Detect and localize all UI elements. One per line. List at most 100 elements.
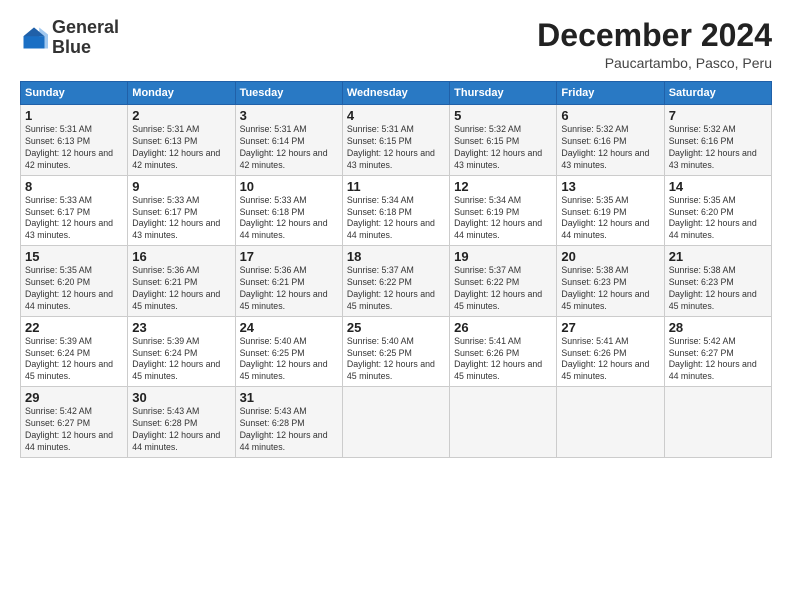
day-number: 4 xyxy=(347,108,445,123)
day-number: 9 xyxy=(132,179,230,194)
day-info: Sunrise: 5:42 AMSunset: 6:27 PMDaylight:… xyxy=(669,336,767,384)
logo-line1: General xyxy=(52,18,119,38)
day-info: Sunrise: 5:42 AMSunset: 6:27 PMDaylight:… xyxy=(25,406,123,454)
col-friday: Friday xyxy=(557,82,664,105)
calendar-cell: 19Sunrise: 5:37 AMSunset: 6:22 PMDayligh… xyxy=(450,246,557,317)
day-number: 6 xyxy=(561,108,659,123)
calendar-cell: 27Sunrise: 5:41 AMSunset: 6:26 PMDayligh… xyxy=(557,316,664,387)
calendar-cell: 10Sunrise: 5:33 AMSunset: 6:18 PMDayligh… xyxy=(235,175,342,246)
day-info: Sunrise: 5:33 AMSunset: 6:18 PMDaylight:… xyxy=(240,195,338,243)
day-number: 17 xyxy=(240,249,338,264)
calendar-cell: 18Sunrise: 5:37 AMSunset: 6:22 PMDayligh… xyxy=(342,246,449,317)
day-info: Sunrise: 5:41 AMSunset: 6:26 PMDaylight:… xyxy=(454,336,552,384)
day-number: 20 xyxy=(561,249,659,264)
day-info: Sunrise: 5:39 AMSunset: 6:24 PMDaylight:… xyxy=(25,336,123,384)
calendar-cell: 30Sunrise: 5:43 AMSunset: 6:28 PMDayligh… xyxy=(128,387,235,458)
day-info: Sunrise: 5:43 AMSunset: 6:28 PMDaylight:… xyxy=(240,406,338,454)
day-info: Sunrise: 5:32 AMSunset: 6:16 PMDaylight:… xyxy=(669,124,767,172)
day-info: Sunrise: 5:34 AMSunset: 6:18 PMDaylight:… xyxy=(347,195,445,243)
calendar-table: Sunday Monday Tuesday Wednesday Thursday… xyxy=(20,81,772,458)
calendar-cell: 1Sunrise: 5:31 AMSunset: 6:13 PMDaylight… xyxy=(21,105,128,176)
day-info: Sunrise: 5:38 AMSunset: 6:23 PMDaylight:… xyxy=(669,265,767,313)
day-info: Sunrise: 5:41 AMSunset: 6:26 PMDaylight:… xyxy=(561,336,659,384)
calendar-week-5: 29Sunrise: 5:42 AMSunset: 6:27 PMDayligh… xyxy=(21,387,772,458)
day-number: 1 xyxy=(25,108,123,123)
day-number: 13 xyxy=(561,179,659,194)
day-number: 26 xyxy=(454,320,552,335)
calendar-cell: 13Sunrise: 5:35 AMSunset: 6:19 PMDayligh… xyxy=(557,175,664,246)
day-number: 8 xyxy=(25,179,123,194)
day-number: 27 xyxy=(561,320,659,335)
day-number: 22 xyxy=(25,320,123,335)
day-number: 15 xyxy=(25,249,123,264)
day-number: 14 xyxy=(669,179,767,194)
logo: General Blue xyxy=(20,18,119,58)
day-info: Sunrise: 5:32 AMSunset: 6:16 PMDaylight:… xyxy=(561,124,659,172)
day-number: 31 xyxy=(240,390,338,405)
day-info: Sunrise: 5:32 AMSunset: 6:15 PMDaylight:… xyxy=(454,124,552,172)
calendar-cell: 8Sunrise: 5:33 AMSunset: 6:17 PMDaylight… xyxy=(21,175,128,246)
calendar-cell: 25Sunrise: 5:40 AMSunset: 6:25 PMDayligh… xyxy=(342,316,449,387)
calendar-cell: 7Sunrise: 5:32 AMSunset: 6:16 PMDaylight… xyxy=(664,105,771,176)
calendar-cell: 24Sunrise: 5:40 AMSunset: 6:25 PMDayligh… xyxy=(235,316,342,387)
day-info: Sunrise: 5:35 AMSunset: 6:20 PMDaylight:… xyxy=(669,195,767,243)
day-info: Sunrise: 5:31 AMSunset: 6:15 PMDaylight:… xyxy=(347,124,445,172)
calendar-cell xyxy=(664,387,771,458)
day-number: 3 xyxy=(240,108,338,123)
day-info: Sunrise: 5:33 AMSunset: 6:17 PMDaylight:… xyxy=(132,195,230,243)
day-number: 7 xyxy=(669,108,767,123)
col-thursday: Thursday xyxy=(450,82,557,105)
day-info: Sunrise: 5:33 AMSunset: 6:17 PMDaylight:… xyxy=(25,195,123,243)
day-info: Sunrise: 5:39 AMSunset: 6:24 PMDaylight:… xyxy=(132,336,230,384)
calendar-cell: 2Sunrise: 5:31 AMSunset: 6:13 PMDaylight… xyxy=(128,105,235,176)
day-info: Sunrise: 5:40 AMSunset: 6:25 PMDaylight:… xyxy=(347,336,445,384)
calendar-cell xyxy=(557,387,664,458)
day-info: Sunrise: 5:34 AMSunset: 6:19 PMDaylight:… xyxy=(454,195,552,243)
day-number: 24 xyxy=(240,320,338,335)
calendar-cell: 22Sunrise: 5:39 AMSunset: 6:24 PMDayligh… xyxy=(21,316,128,387)
logo-icon xyxy=(20,24,48,52)
calendar-cell: 17Sunrise: 5:36 AMSunset: 6:21 PMDayligh… xyxy=(235,246,342,317)
calendar-cell: 28Sunrise: 5:42 AMSunset: 6:27 PMDayligh… xyxy=(664,316,771,387)
page: General Blue December 2024 Paucartambo, … xyxy=(0,0,792,612)
calendar-cell: 5Sunrise: 5:32 AMSunset: 6:15 PMDaylight… xyxy=(450,105,557,176)
day-number: 10 xyxy=(240,179,338,194)
calendar-cell: 3Sunrise: 5:31 AMSunset: 6:14 PMDaylight… xyxy=(235,105,342,176)
day-number: 25 xyxy=(347,320,445,335)
calendar-cell: 11Sunrise: 5:34 AMSunset: 6:18 PMDayligh… xyxy=(342,175,449,246)
calendar-cell: 6Sunrise: 5:32 AMSunset: 6:16 PMDaylight… xyxy=(557,105,664,176)
day-number: 18 xyxy=(347,249,445,264)
calendar-cell: 23Sunrise: 5:39 AMSunset: 6:24 PMDayligh… xyxy=(128,316,235,387)
day-number: 12 xyxy=(454,179,552,194)
day-info: Sunrise: 5:31 AMSunset: 6:14 PMDaylight:… xyxy=(240,124,338,172)
col-saturday: Saturday xyxy=(664,82,771,105)
calendar-cell: 16Sunrise: 5:36 AMSunset: 6:21 PMDayligh… xyxy=(128,246,235,317)
calendar-cell: 26Sunrise: 5:41 AMSunset: 6:26 PMDayligh… xyxy=(450,316,557,387)
calendar-cell: 4Sunrise: 5:31 AMSunset: 6:15 PMDaylight… xyxy=(342,105,449,176)
day-info: Sunrise: 5:37 AMSunset: 6:22 PMDaylight:… xyxy=(454,265,552,313)
calendar-cell xyxy=(450,387,557,458)
col-wednesday: Wednesday xyxy=(342,82,449,105)
day-number: 28 xyxy=(669,320,767,335)
calendar-cell: 31Sunrise: 5:43 AMSunset: 6:28 PMDayligh… xyxy=(235,387,342,458)
subtitle: Paucartambo, Pasco, Peru xyxy=(537,55,772,71)
day-info: Sunrise: 5:43 AMSunset: 6:28 PMDaylight:… xyxy=(132,406,230,454)
day-info: Sunrise: 5:37 AMSunset: 6:22 PMDaylight:… xyxy=(347,265,445,313)
day-info: Sunrise: 5:35 AMSunset: 6:19 PMDaylight:… xyxy=(561,195,659,243)
col-monday: Monday xyxy=(128,82,235,105)
day-number: 29 xyxy=(25,390,123,405)
day-number: 30 xyxy=(132,390,230,405)
col-tuesday: Tuesday xyxy=(235,82,342,105)
logo-text: General Blue xyxy=(52,18,119,58)
calendar-cell: 29Sunrise: 5:42 AMSunset: 6:27 PMDayligh… xyxy=(21,387,128,458)
day-number: 21 xyxy=(669,249,767,264)
day-number: 11 xyxy=(347,179,445,194)
day-info: Sunrise: 5:36 AMSunset: 6:21 PMDaylight:… xyxy=(240,265,338,313)
day-number: 5 xyxy=(454,108,552,123)
day-info: Sunrise: 5:31 AMSunset: 6:13 PMDaylight:… xyxy=(25,124,123,172)
header: General Blue December 2024 Paucartambo, … xyxy=(20,18,772,71)
month-title: December 2024 xyxy=(537,18,772,53)
calendar-cell: 9Sunrise: 5:33 AMSunset: 6:17 PMDaylight… xyxy=(128,175,235,246)
calendar-cell: 14Sunrise: 5:35 AMSunset: 6:20 PMDayligh… xyxy=(664,175,771,246)
day-number: 23 xyxy=(132,320,230,335)
